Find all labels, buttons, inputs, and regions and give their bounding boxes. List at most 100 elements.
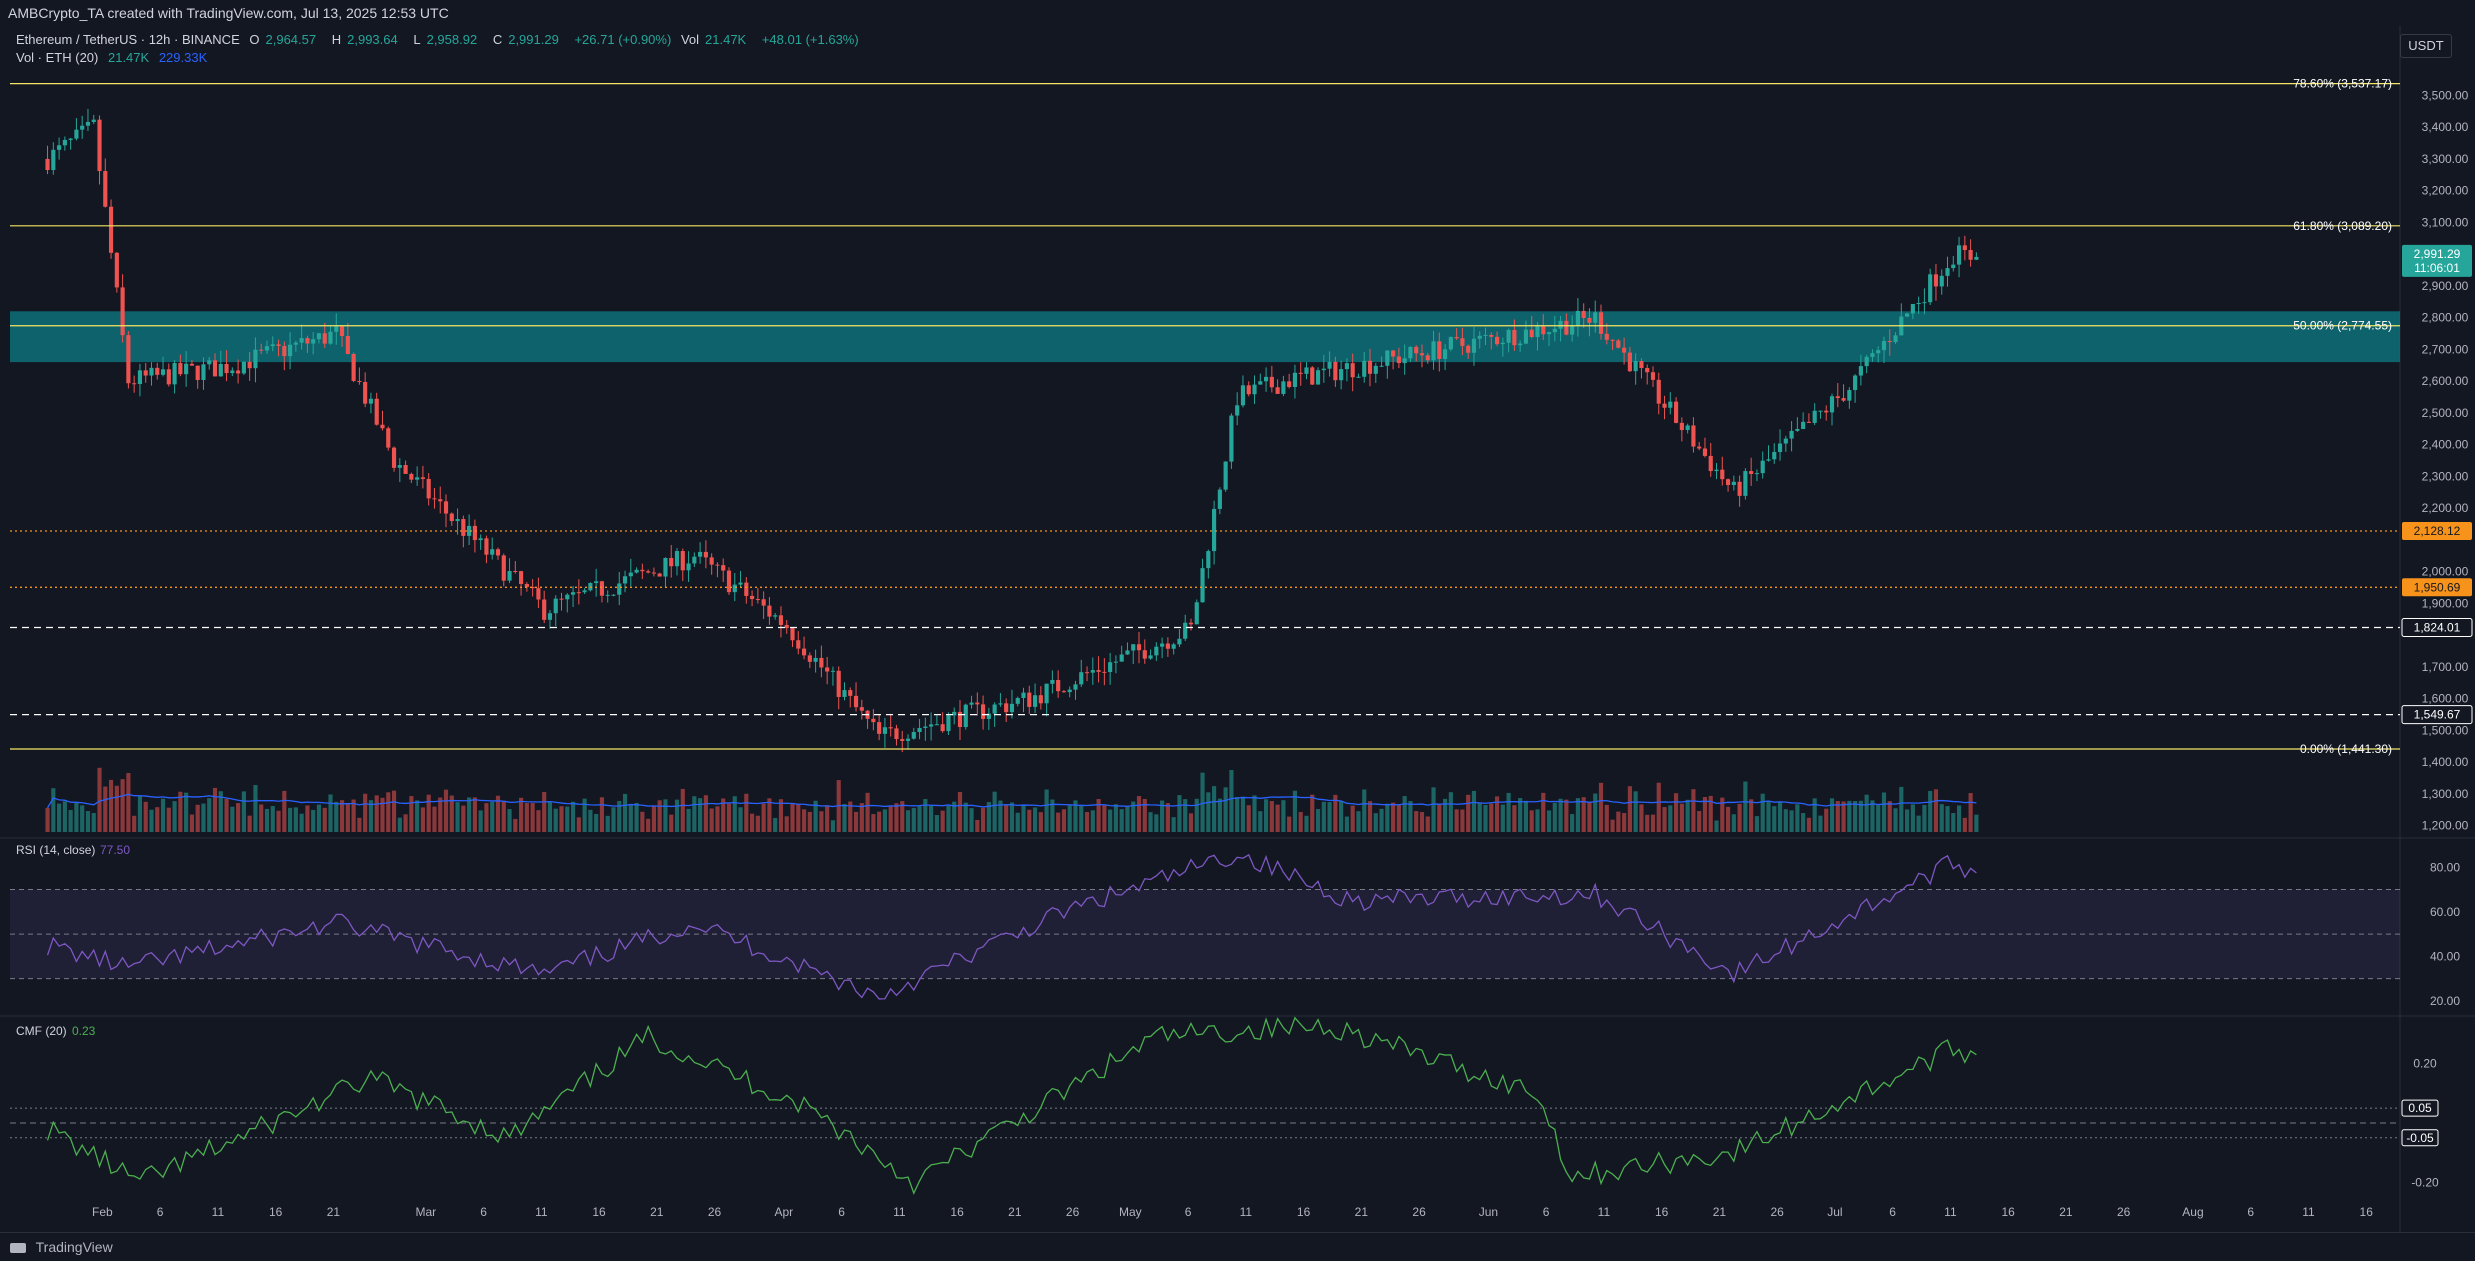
candle-body[interactable] — [755, 599, 760, 601]
candle-body[interactable] — [311, 339, 316, 344]
candle-body[interactable] — [1570, 325, 1575, 335]
candle-body[interactable] — [143, 370, 148, 376]
candle-body[interactable] — [853, 695, 859, 708]
candle-body[interactable] — [1194, 602, 1199, 625]
candle-body[interactable] — [998, 703, 1003, 705]
candle-body[interactable] — [1269, 376, 1274, 388]
candle-body[interactable] — [1523, 329, 1529, 344]
currency-button[interactable]: USDT — [2400, 34, 2452, 58]
candle-body[interactable] — [1610, 339, 1615, 341]
candle-body[interactable] — [732, 584, 737, 593]
candle-body[interactable] — [1806, 421, 1811, 423]
candle-body[interactable] — [605, 594, 610, 596]
candle-body[interactable] — [108, 206, 114, 253]
candle-body[interactable] — [97, 119, 102, 172]
candle-body[interactable] — [409, 473, 414, 480]
candle-body[interactable] — [1367, 360, 1373, 374]
candle-body[interactable] — [253, 349, 258, 369]
candle-body[interactable] — [339, 326, 345, 337]
candle-body[interactable] — [992, 704, 997, 714]
candle-body[interactable] — [1749, 471, 1754, 474]
candle-body[interactable] — [334, 326, 339, 332]
candle-body[interactable] — [1437, 341, 1442, 359]
candle-body[interactable] — [149, 367, 154, 376]
candle-body[interactable] — [1564, 320, 1569, 335]
candle-body[interactable] — [1529, 329, 1534, 338]
candle-body[interactable] — [1142, 650, 1147, 659]
candle-body[interactable] — [282, 345, 287, 357]
candle-body[interactable] — [1772, 451, 1777, 460]
candle-body[interactable] — [1627, 352, 1632, 372]
candle-body[interactable] — [1287, 381, 1292, 387]
candle-body[interactable] — [1373, 365, 1378, 374]
candle-body[interactable] — [582, 590, 587, 593]
candle-body[interactable] — [1038, 695, 1043, 704]
candle-body[interactable] — [1223, 461, 1228, 490]
candle-body[interactable] — [761, 599, 766, 606]
candle-body[interactable] — [1258, 381, 1263, 385]
candle-body[interactable] — [1622, 347, 1627, 353]
candle-body[interactable] — [357, 380, 362, 382]
candle-body[interactable] — [1587, 317, 1592, 323]
candle-body[interactable] — [1212, 508, 1217, 552]
candle-body[interactable] — [1933, 274, 1939, 287]
rsi-label[interactable]: RSI (14, close) — [16, 843, 95, 857]
candle-body[interactable] — [80, 125, 85, 130]
candle-body[interactable] — [726, 570, 732, 593]
candle-body[interactable] — [461, 519, 466, 536]
candle-body[interactable] — [1229, 415, 1234, 462]
candle-body[interactable] — [628, 572, 633, 577]
candle-body[interactable] — [848, 690, 853, 696]
candle-body[interactable] — [1125, 650, 1130, 655]
candle-body[interactable] — [1905, 313, 1910, 317]
candle-body[interactable] — [830, 670, 836, 672]
candle-body[interactable] — [1044, 683, 1049, 704]
candle-body[interactable] — [1448, 337, 1453, 350]
candle-body[interactable] — [1073, 684, 1078, 690]
candle-body[interactable] — [114, 252, 119, 288]
candle-body[interactable] — [1235, 405, 1240, 416]
candle-body[interactable] — [513, 571, 518, 573]
candle-body[interactable] — [807, 655, 812, 662]
candle-body[interactable] — [189, 363, 194, 366]
candle-body[interactable] — [449, 513, 454, 522]
candle-body[interactable] — [420, 477, 425, 479]
candle-body[interactable] — [1714, 469, 1719, 472]
candle-body[interactable] — [478, 538, 483, 541]
candle-body[interactable] — [1171, 644, 1176, 649]
candle-body[interactable] — [1425, 355, 1430, 361]
candle-body[interactable] — [1633, 361, 1638, 372]
candle-body[interactable] — [1177, 638, 1182, 645]
candle-body[interactable] — [85, 121, 91, 126]
candle-body[interactable] — [1575, 310, 1580, 326]
candle-body[interactable] — [657, 573, 662, 577]
candle-body[interactable] — [1864, 356, 1869, 367]
candle-body[interactable] — [1344, 363, 1349, 370]
candle-body[interactable] — [790, 628, 795, 641]
candle-body[interactable] — [1725, 479, 1731, 486]
candle-body[interactable] — [917, 728, 922, 733]
candle-body[interactable] — [888, 727, 893, 729]
candle-body[interactable] — [1454, 337, 1459, 339]
supply-zone[interactable] — [10, 311, 2400, 363]
candle-body[interactable] — [1050, 680, 1055, 684]
candle-body[interactable] — [1108, 662, 1113, 673]
candle-body[interactable] — [1460, 338, 1465, 346]
candle-body[interactable] — [703, 551, 708, 558]
candle-body[interactable] — [1581, 310, 1586, 318]
candle-body[interactable] — [1604, 333, 1609, 340]
candle-body[interactable] — [126, 335, 131, 384]
candle-body[interactable] — [1165, 643, 1170, 649]
candle-body[interactable] — [259, 349, 264, 351]
candle-body[interactable] — [686, 563, 691, 571]
candle-body[interactable] — [132, 383, 137, 385]
candle-body[interactable] — [1183, 622, 1188, 639]
candle-body[interactable] — [1766, 459, 1771, 461]
candle-body[interactable] — [1945, 268, 1950, 276]
candle-body[interactable] — [1327, 361, 1332, 369]
candle-body[interactable] — [1824, 410, 1829, 413]
candle-body[interactable] — [51, 149, 56, 171]
candle-body[interactable] — [1466, 345, 1471, 353]
candle-body[interactable] — [1263, 376, 1269, 382]
candle-body[interactable] — [1362, 360, 1367, 377]
